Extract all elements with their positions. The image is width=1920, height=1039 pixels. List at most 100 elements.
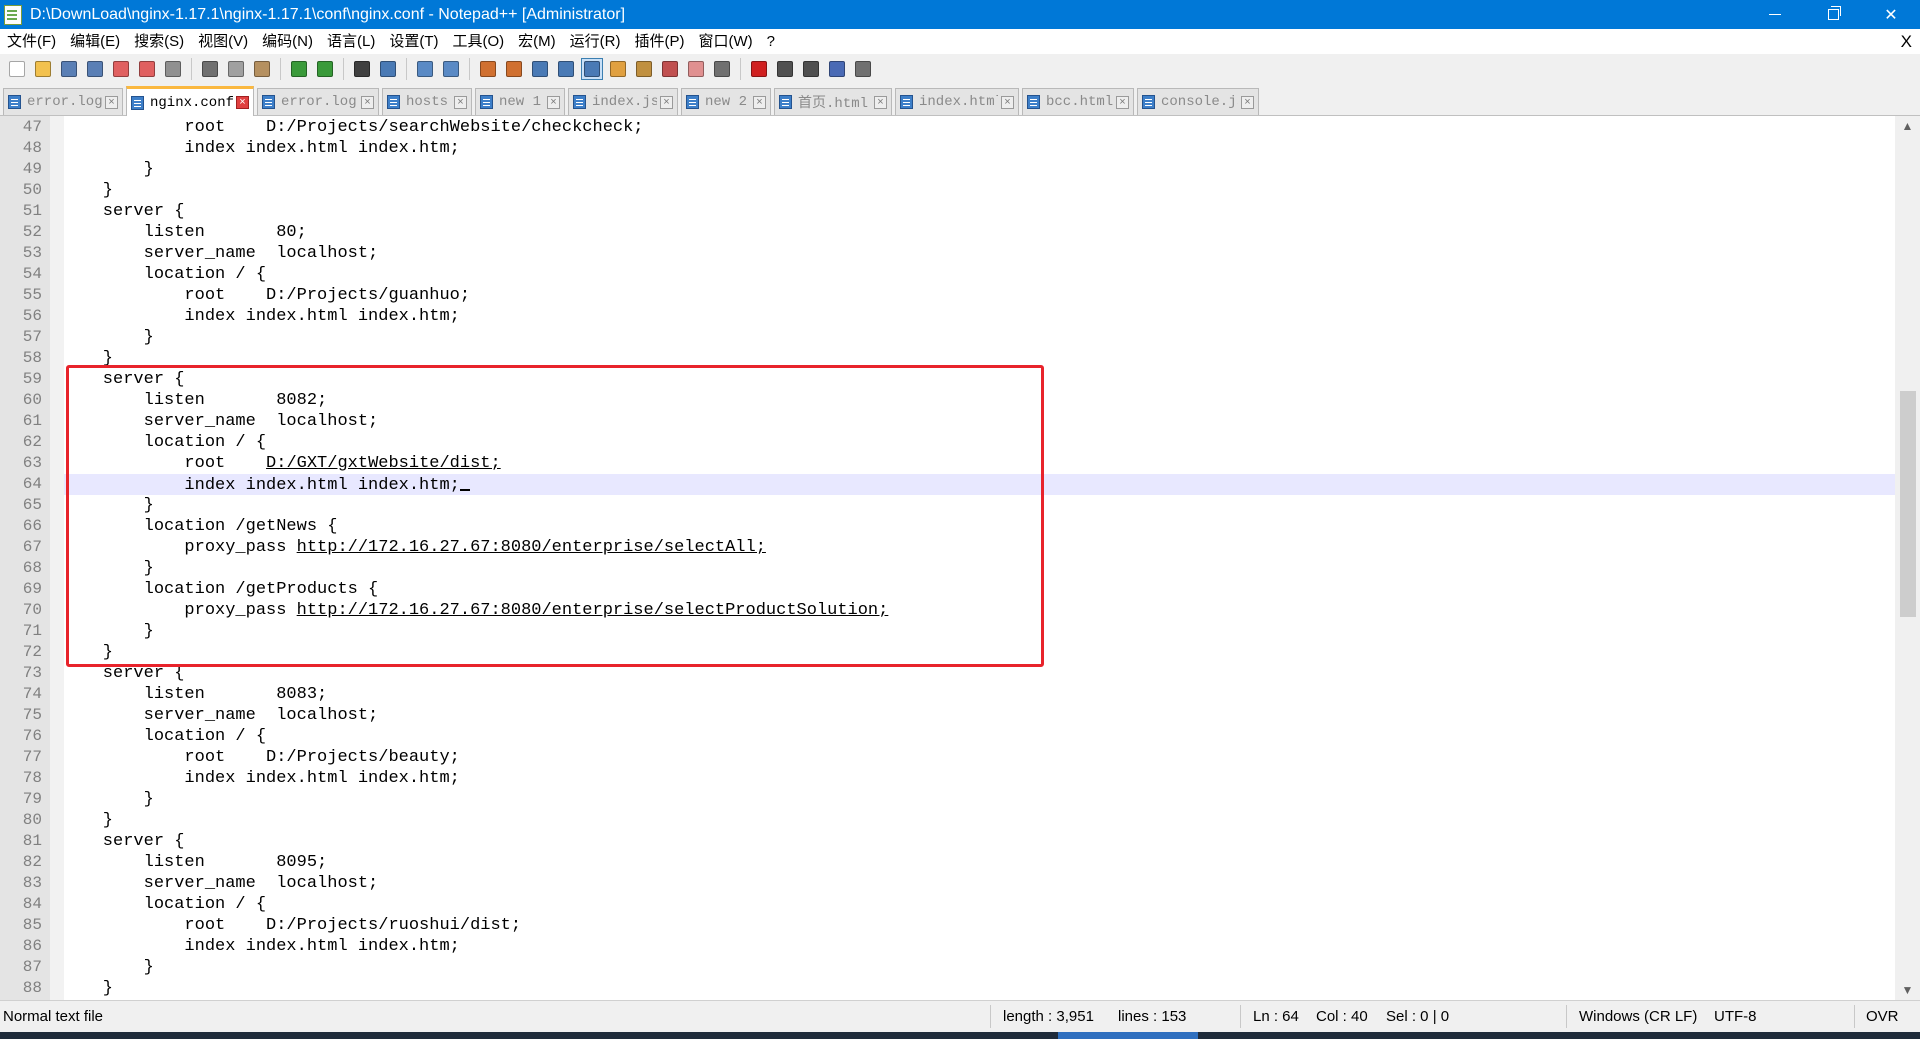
language-button[interactable] xyxy=(607,58,629,80)
tab[interactable]: error.log × xyxy=(257,88,379,115)
code-line[interactable]: location /getProducts { xyxy=(0,579,1895,600)
code-line[interactable]: root D:/Projects/searchWebsite/checkchec… xyxy=(0,117,1895,138)
code-line[interactable]: index index.html index.htm; xyxy=(0,768,1895,789)
code-line[interactable]: } xyxy=(0,327,1895,348)
status-insert-mode[interactable]: OVR xyxy=(1866,1001,1899,1032)
code-line[interactable]: listen 8095; xyxy=(0,852,1895,873)
tab[interactable]: console.js × xyxy=(1137,88,1259,115)
code-line[interactable]: listen 80; xyxy=(0,222,1895,243)
code-line[interactable]: index index.html index.htm; xyxy=(0,936,1895,957)
code-line[interactable]: } xyxy=(0,621,1895,642)
show-all-chars-button[interactable] xyxy=(555,58,577,80)
code-line[interactable]: root D:/Projects/ruoshui/dist; xyxy=(0,915,1895,936)
find-button[interactable] xyxy=(351,58,373,80)
sync-horizontal-button[interactable] xyxy=(503,58,525,80)
tab-close-icon[interactable]: × xyxy=(660,95,673,109)
tab-close-icon[interactable]: × xyxy=(1116,95,1129,109)
code-line[interactable]: server_name localhost; xyxy=(0,411,1895,432)
tab-close-icon[interactable]: × xyxy=(753,95,766,109)
vertical-scrollbar[interactable]: ▲ ▼ xyxy=(1895,116,1920,1000)
status-eol[interactable]: Windows (CR LF) xyxy=(1579,1001,1697,1032)
undo-button[interactable] xyxy=(288,58,310,80)
code-line[interactable]: } xyxy=(0,558,1895,579)
code-line[interactable]: server { xyxy=(0,663,1895,684)
code-line[interactable]: proxy_pass http://172.16.27.67:8080/ente… xyxy=(0,600,1895,621)
code-line[interactable]: } xyxy=(0,495,1895,516)
menu-item[interactable]: 视图(V) xyxy=(191,29,255,54)
tab-close-icon[interactable]: × xyxy=(361,95,374,109)
status-encoding[interactable]: UTF-8 xyxy=(1714,1001,1757,1032)
tab[interactable]: index.html × xyxy=(895,88,1019,115)
replace-button[interactable] xyxy=(377,58,399,80)
close-button[interactable] xyxy=(110,58,132,80)
zoom-out-button[interactable] xyxy=(440,58,462,80)
stop-record-button[interactable] xyxy=(774,58,796,80)
redo-button[interactable] xyxy=(314,58,336,80)
code-line[interactable]: index index.html index.htm; xyxy=(0,306,1895,327)
code-line[interactable]: server { xyxy=(0,201,1895,222)
code-line[interactable]: location / { xyxy=(0,264,1895,285)
tab-close-icon[interactable]: × xyxy=(1001,95,1014,109)
scroll-up-icon[interactable]: ▲ xyxy=(1895,116,1920,136)
menu-item[interactable]: 文件(F) xyxy=(0,29,63,54)
cut-button[interactable] xyxy=(199,58,221,80)
run-macro-multiple-button[interactable] xyxy=(826,58,848,80)
function-list-button[interactable] xyxy=(659,58,681,80)
editor-area[interactable]: 47 root D:/Projects/searchWebsite/checkc… xyxy=(0,116,1920,1000)
menu-item[interactable]: 编码(N) xyxy=(255,29,320,54)
paste-button[interactable] xyxy=(251,58,273,80)
scrollbar-thumb[interactable] xyxy=(1900,391,1916,617)
code-line[interactable]: } xyxy=(0,642,1895,663)
close-window-button[interactable]: ✕ xyxy=(1862,0,1920,29)
code-line[interactable]: proxy_pass http://172.16.27.67:8080/ente… xyxy=(0,537,1895,558)
code-line[interactable]: } xyxy=(0,957,1895,978)
scroll-down-icon[interactable]: ▼ xyxy=(1895,980,1920,1000)
zoom-in-button[interactable] xyxy=(414,58,436,80)
save-macro-button[interactable] xyxy=(852,58,874,80)
tab[interactable]: index.js × xyxy=(568,88,678,115)
code-line[interactable]: server { xyxy=(0,369,1895,390)
play-macro-button[interactable] xyxy=(800,58,822,80)
code-line[interactable]: index index.html index.htm; xyxy=(0,138,1895,159)
sync-vertical-button[interactable] xyxy=(477,58,499,80)
code-line[interactable]: } xyxy=(0,159,1895,180)
save-button[interactable] xyxy=(58,58,80,80)
tab[interactable]: hosts × xyxy=(382,88,472,115)
code-line[interactable]: server_name localhost; xyxy=(0,873,1895,894)
folder-workspace-button[interactable] xyxy=(685,58,707,80)
tab-close-icon[interactable]: × xyxy=(547,95,560,109)
tab[interactable]: error.log × xyxy=(3,88,123,115)
open-file-button[interactable] xyxy=(32,58,54,80)
menu-item[interactable]: 宏(M) xyxy=(511,29,563,54)
code-line[interactable]: } xyxy=(0,810,1895,831)
maximize-button[interactable] xyxy=(1804,0,1862,29)
monitoring-button[interactable] xyxy=(711,58,733,80)
code-line[interactable]: server { xyxy=(0,831,1895,852)
notepad-plus-plus-icon[interactable] xyxy=(4,4,22,25)
menu-item[interactable]: 语言(L) xyxy=(320,29,382,54)
code-line[interactable]: location / { xyxy=(0,894,1895,915)
copy-button[interactable] xyxy=(225,58,247,80)
code-line[interactable]: listen 8083; xyxy=(0,684,1895,705)
code-line[interactable]: } xyxy=(0,978,1895,999)
tab[interactable]: nginx.conf × xyxy=(126,86,254,116)
tab[interactable]: new 2 × xyxy=(681,88,771,115)
code-line[interactable]: server_name localhost; xyxy=(0,243,1895,264)
tab-close-icon[interactable]: × xyxy=(105,95,118,109)
minimize-button[interactable] xyxy=(1746,0,1804,29)
tab-close-icon[interactable]: × xyxy=(236,96,249,109)
code-line[interactable]: root D:/GXT/gxtWebsite/dist; xyxy=(0,453,1895,474)
code-line[interactable]: root D:/Projects/guanhuo; xyxy=(0,285,1895,306)
tab[interactable]: new 1 × xyxy=(475,88,565,115)
code-line[interactable]: listen 8082; xyxy=(0,390,1895,411)
current-code-line[interactable]: index index.html index.htm; xyxy=(64,474,1895,495)
code-link[interactable]: http://172.16.27.67:8080/enterprise/sele… xyxy=(297,601,889,620)
menu-item[interactable]: 设置(T) xyxy=(382,29,445,54)
new-file-button[interactable] xyxy=(6,58,28,80)
indent-guide-button[interactable] xyxy=(581,58,603,80)
menu-item[interactable]: ? xyxy=(760,29,782,54)
code-line[interactable]: server_name localhost; xyxy=(0,705,1895,726)
menu-item[interactable]: 工具(O) xyxy=(445,29,511,54)
close-all-button[interactable] xyxy=(136,58,158,80)
tab-close-icon[interactable]: × xyxy=(874,95,887,109)
